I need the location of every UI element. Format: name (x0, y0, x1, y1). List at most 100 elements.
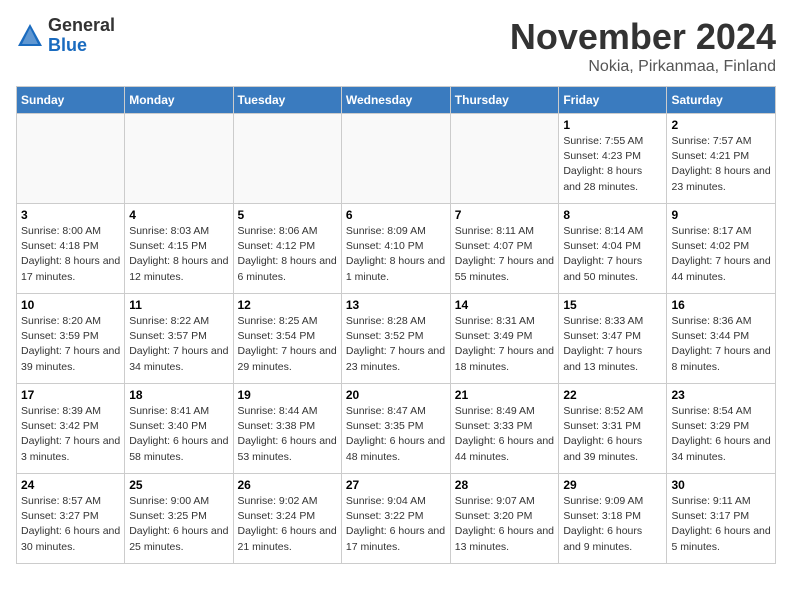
calendar-cell: 7 Sunrise: 8:11 AMSunset: 4:07 PMDaylight… (450, 204, 559, 294)
calendar-cell (17, 114, 125, 204)
day-number: 6 (346, 208, 446, 222)
day-number: 15 (563, 298, 662, 312)
day-info: Sunrise: 8:14 AMSunset: 4:04 PMDaylight:… (563, 224, 662, 285)
day-number: 25 (129, 478, 228, 492)
day-number: 26 (238, 478, 337, 492)
day-header-saturday: Saturday (667, 87, 776, 114)
calendar-cell: 25 Sunrise: 9:00 AMSunset: 3:25 PMDayligh… (125, 474, 233, 564)
day-number: 23 (671, 388, 771, 402)
day-number: 5 (238, 208, 337, 222)
calendar-cell: 4 Sunrise: 8:03 AMSunset: 4:15 PMDaylight… (125, 204, 233, 294)
calendar-cell: 11 Sunrise: 8:22 AMSunset: 3:57 PMDayligh… (125, 294, 233, 384)
day-number: 29 (563, 478, 662, 492)
day-info: Sunrise: 8:00 AMSunset: 4:18 PMDaylight:… (21, 224, 120, 285)
calendar-cell: 17Sunrise: 8:39 AMSunset: 3:42 PMDayligh… (17, 384, 125, 474)
week-row-3: 10 Sunrise: 8:20 AMSunset: 3:59 PMDayligh… (17, 294, 776, 384)
day-number: 13 (346, 298, 446, 312)
day-info: Sunrise: 9:02 AMSunset: 3:24 PMDaylight:… (238, 494, 337, 555)
calendar-header-row: SundayMondayTuesdayWednesdayThursdayFrid… (17, 87, 776, 114)
week-row-4: 17Sunrise: 8:39 AMSunset: 3:42 PMDayligh… (17, 384, 776, 474)
day-number: 8 (563, 208, 662, 222)
day-number: 2 (671, 118, 771, 132)
calendar-cell: 9Sunrise: 8:17 AMSunset: 4:02 PMDaylight… (667, 204, 776, 294)
day-info: Sunrise: 9:00 AMSunset: 3:25 PMDaylight:… (129, 494, 228, 555)
day-info: Sunrise: 8:57 AMSunset: 3:27 PMDaylight:… (21, 494, 120, 555)
logo-blue: Blue (48, 35, 87, 55)
calendar-cell (233, 114, 341, 204)
logo-general: General (48, 15, 115, 35)
calendar-cell: 14 Sunrise: 8:31 AMSunset: 3:49 PMDayligh… (450, 294, 559, 384)
logo: General Blue (16, 16, 115, 56)
calendar-cell (341, 114, 450, 204)
week-row-2: 3 Sunrise: 8:00 AMSunset: 4:18 PMDaylight… (17, 204, 776, 294)
calendar-cell: 1Sunrise: 7:55 AMSunset: 4:23 PMDaylight… (559, 114, 667, 204)
day-number: 30 (671, 478, 771, 492)
day-header-tuesday: Tuesday (233, 87, 341, 114)
day-info: Sunrise: 8:44 AMSunset: 3:38 PMDaylight:… (238, 404, 337, 465)
day-info: Sunrise: 8:17 AMSunset: 4:02 PMDaylight:… (671, 224, 771, 285)
calendar-cell: 19 Sunrise: 8:44 AMSunset: 3:38 PMDayligh… (233, 384, 341, 474)
day-number: 17 (21, 388, 120, 402)
location: Nokia, Pirkanmaa, Finland (510, 58, 776, 76)
day-info: Sunrise: 8:11 AMSunset: 4:07 PMDaylight:… (455, 224, 555, 285)
day-number: 24 (21, 478, 120, 492)
logo-icon (16, 22, 44, 50)
calendar-cell: 23 Sunrise: 8:54 AMSunset: 3:29 PMDayligh… (667, 384, 776, 474)
calendar-cell: 5 Sunrise: 8:06 AMSunset: 4:12 PMDaylight… (233, 204, 341, 294)
logo-text: General Blue (48, 16, 115, 56)
day-info: Sunrise: 8:22 AMSunset: 3:57 PMDaylight:… (129, 314, 228, 375)
calendar: SundayMondayTuesdayWednesdayThursdayFrid… (16, 86, 776, 564)
day-number: 12 (238, 298, 337, 312)
day-info: Sunrise: 8:54 AMSunset: 3:29 PMDaylight:… (671, 404, 771, 465)
day-info: Sunrise: 8:47 AMSunset: 3:35 PMDaylight:… (346, 404, 446, 465)
header: General Blue November 2024 Nokia, Pirkan… (16, 16, 776, 76)
day-number: 7 (455, 208, 555, 222)
day-header-friday: Friday (559, 87, 667, 114)
week-row-5: 24 Sunrise: 8:57 AMSunset: 3:27 PMDayligh… (17, 474, 776, 564)
day-info: Sunrise: 7:57 AMSunset: 4:21 PMDaylight:… (671, 134, 771, 195)
day-info: Sunrise: 8:41 AMSunset: 3:40 PMDaylight:… (129, 404, 228, 465)
calendar-cell: 18 Sunrise: 8:41 AMSunset: 3:40 PMDayligh… (125, 384, 233, 474)
calendar-cell (450, 114, 559, 204)
day-info: Sunrise: 8:03 AMSunset: 4:15 PMDaylight:… (129, 224, 228, 285)
calendar-cell: 15 Sunrise: 8:33 AMSunset: 3:47 PMDayligh… (559, 294, 667, 384)
day-number: 27 (346, 478, 446, 492)
day-info: Sunrise: 8:06 AMSunset: 4:12 PMDaylight:… (238, 224, 337, 285)
day-number: 3 (21, 208, 120, 222)
day-info: Sunrise: 8:49 AMSunset: 3:33 PMDaylight:… (455, 404, 555, 465)
calendar-cell: 2 Sunrise: 7:57 AMSunset: 4:21 PMDaylight… (667, 114, 776, 204)
calendar-cell: 24 Sunrise: 8:57 AMSunset: 3:27 PMDayligh… (17, 474, 125, 564)
day-info: Sunrise: 8:20 AMSunset: 3:59 PMDaylight:… (21, 314, 120, 375)
title-area: November 2024 Nokia, Pirkanmaa, Finland (510, 16, 776, 76)
calendar-cell: 29Sunrise: 9:09 AMSunset: 3:18 PMDayligh… (559, 474, 667, 564)
month-title: November 2024 (510, 16, 776, 58)
day-number: 4 (129, 208, 228, 222)
day-number: 19 (238, 388, 337, 402)
calendar-cell: 8 Sunrise: 8:14 AMSunset: 4:04 PMDaylight… (559, 204, 667, 294)
calendar-cell: 13Sunrise: 8:28 AMSunset: 3:52 PMDayligh… (341, 294, 450, 384)
calendar-cell: 16Sunrise: 8:36 AMSunset: 3:44 PMDayligh… (667, 294, 776, 384)
day-number: 10 (21, 298, 120, 312)
calendar-cell: 28Sunrise: 9:07 AMSunset: 3:20 PMDayligh… (450, 474, 559, 564)
calendar-cell: 3 Sunrise: 8:00 AMSunset: 4:18 PMDaylight… (17, 204, 125, 294)
day-number: 16 (671, 298, 771, 312)
calendar-cell: 26 Sunrise: 9:02 AMSunset: 3:24 PMDayligh… (233, 474, 341, 564)
calendar-cell: 22Sunrise: 8:52 AMSunset: 3:31 PMDayligh… (559, 384, 667, 474)
calendar-cell: 12Sunrise: 8:25 AMSunset: 3:54 PMDayligh… (233, 294, 341, 384)
day-header-wednesday: Wednesday (341, 87, 450, 114)
day-info: Sunrise: 8:09 AMSunset: 4:10 PMDaylight:… (346, 224, 446, 285)
day-number: 11 (129, 298, 228, 312)
week-row-1: 1Sunrise: 7:55 AMSunset: 4:23 PMDaylight… (17, 114, 776, 204)
calendar-cell: 10 Sunrise: 8:20 AMSunset: 3:59 PMDayligh… (17, 294, 125, 384)
day-info: Sunrise: 9:11 AMSunset: 3:17 PMDaylight:… (671, 494, 771, 555)
day-info: Sunrise: 8:33 AMSunset: 3:47 PMDaylight:… (563, 314, 662, 375)
day-number: 28 (455, 478, 555, 492)
calendar-cell: 27Sunrise: 9:04 AMSunset: 3:22 PMDayligh… (341, 474, 450, 564)
calendar-cell: 21Sunrise: 8:49 AMSunset: 3:33 PMDayligh… (450, 384, 559, 474)
day-info: Sunrise: 8:31 AMSunset: 3:49 PMDaylight:… (455, 314, 555, 375)
day-header-thursday: Thursday (450, 87, 559, 114)
day-header-sunday: Sunday (17, 87, 125, 114)
calendar-cell: 6 Sunrise: 8:09 AMSunset: 4:10 PMDaylight… (341, 204, 450, 294)
day-number: 18 (129, 388, 228, 402)
day-number: 14 (455, 298, 555, 312)
